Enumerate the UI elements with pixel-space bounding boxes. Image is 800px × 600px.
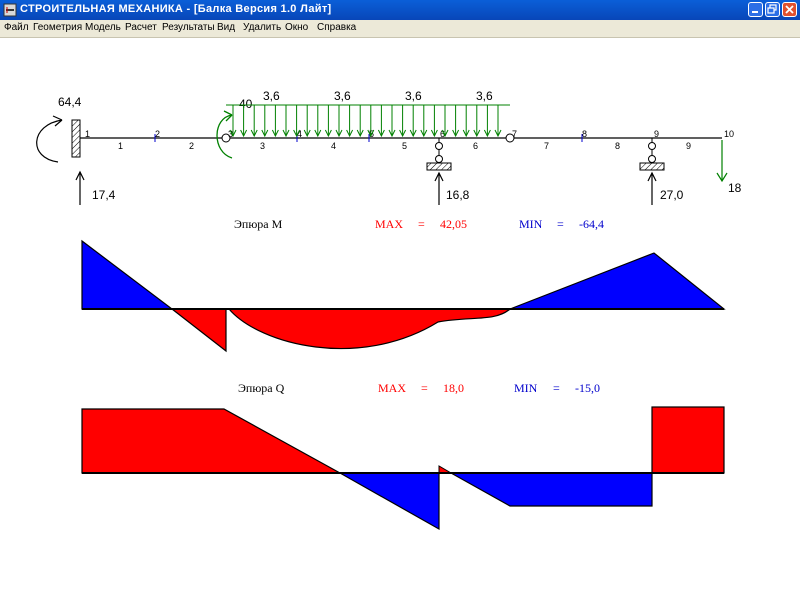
shear-max-eq: = [421,381,428,395]
distributed-load-label: 3,6 [334,89,351,103]
reaction-moment-value: 64,4 [58,95,82,109]
title-bar: СТРОИТЕЛЬНАЯ МЕХАНИКА - [Балка Версия 1.… [0,0,800,20]
close-button[interactable] [782,2,797,17]
close-icon [785,5,794,14]
distributed-load-label: 3,6 [405,89,422,103]
moment-area-red-2 [227,308,512,350]
moment-diagram-title: Эпюра M [234,217,283,231]
shear-diagram: Эпюра Q MAX = 18,0 MIN = -15,0 [81,381,725,531]
window-title: СТРОИТЕЛЬНАЯ МЕХАНИКА - [Балка Версия 1.… [20,3,332,15]
reaction-value-mid: 16,8 [446,188,470,202]
point-load-value: 18 [728,181,742,195]
shear-area-red-left [81,408,341,474]
moment-area-red-1 [170,308,227,353]
element-label: 4 [331,141,336,151]
moment-min-eq: = [557,217,564,231]
fixed-support [71,119,81,158]
shear-min-label: MIN [514,381,538,395]
shear-area-red-right [651,406,725,474]
element-label: 1 [118,141,123,151]
roller-support-right [639,138,665,171]
distributed-load-label: 3,6 [263,89,280,103]
node-label: 9 [654,129,659,139]
beam-scheme: 1 2 3 4 5 6 7 8 9 10 1 2 3 4 5 6 7 8 9 6… [36,89,742,205]
node-label: 1 [85,129,90,139]
element-label: 5 [402,141,407,151]
restore-button[interactable] [765,2,780,17]
moment-min-label: MIN [519,217,543,231]
menu-view[interactable]: Вид [217,22,235,33]
element-label: 2 [189,141,194,151]
reaction-moment-arrow [36,119,63,163]
shear-area-red-small [438,465,453,474]
moment-min-value: -64,4 [579,217,604,231]
shear-min-eq: = [553,381,560,395]
element-label: 6 [473,141,478,151]
node-label: 7 [512,129,517,139]
app-icon [3,3,17,17]
menu-bar: Файл Геометрия Модель Расчет Результаты … [0,20,800,38]
node-label: 10 [724,129,734,139]
distributed-load [226,104,510,138]
shear-area-blue-1 [337,472,440,531]
menu-model[interactable]: Модель [85,22,121,33]
shear-max-value: 18,0 [443,381,464,395]
moment-max-value: 42,05 [440,217,467,231]
shear-max-label: MAX [378,381,406,395]
element-label: 3 [260,141,265,151]
shear-diagram-title: Эпюра Q [238,381,285,395]
element-label: 7 [544,141,549,151]
menu-file[interactable]: Файл [4,22,29,33]
moment-area-blue-right [509,252,726,310]
roller-support-mid [426,138,452,171]
moment-max-eq: = [418,217,425,231]
distributed-load-label: 3,6 [476,89,493,103]
shear-area-blue-2 [448,472,653,507]
moment-diagram: Эпюра M MAX = 42,05 MIN = -64,4 [81,217,726,353]
moment-area-blue-left [81,239,174,310]
node-label: 2 [155,129,160,139]
menu-help[interactable]: Справка [317,22,356,33]
reaction-value-right: 27,0 [660,188,684,202]
element-label: 8 [615,141,620,151]
moment-max-label: MAX [375,217,403,231]
node-label: 8 [582,129,587,139]
restore-icon [767,4,777,14]
shear-min-value: -15,0 [575,381,600,395]
menu-results[interactable]: Результаты [162,22,215,33]
menu-calculation[interactable]: Расчет [125,22,157,33]
menu-window[interactable]: Окно [285,22,308,33]
applied-moment-value: 40 [239,97,253,111]
element-label: 9 [686,141,691,151]
drawing-canvas[interactable]: 1 2 3 4 5 6 7 8 9 10 1 2 3 4 5 6 7 8 9 6… [0,38,800,600]
minimize-button[interactable] [748,2,763,17]
menu-delete[interactable]: Удалить [243,22,281,33]
reaction-value-left: 17,4 [92,188,116,202]
menu-geometry[interactable]: Геометрия [33,22,82,33]
minimize-icon [752,11,758,13]
